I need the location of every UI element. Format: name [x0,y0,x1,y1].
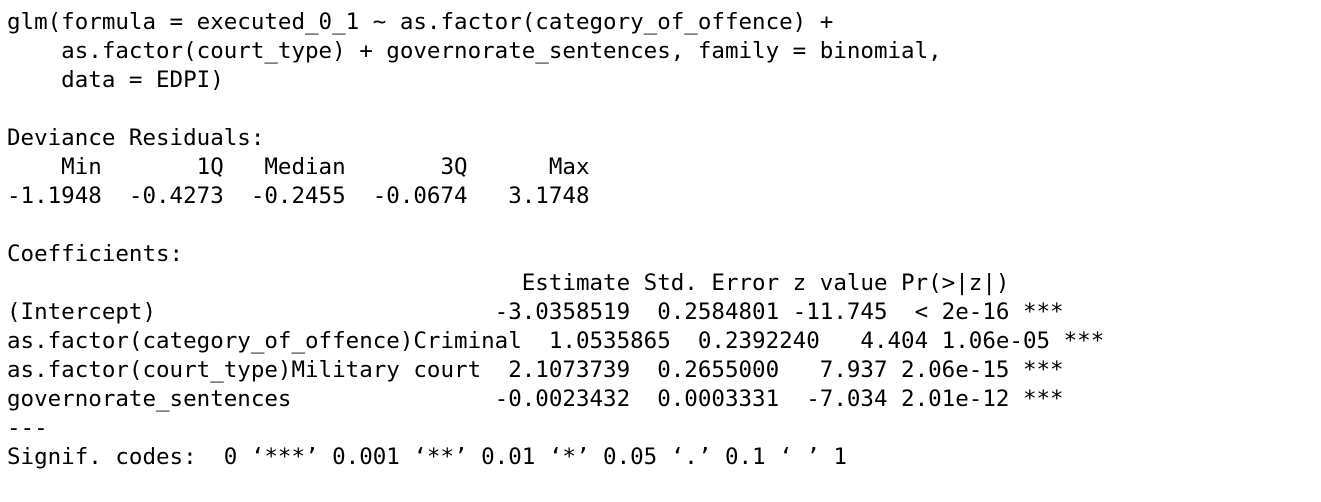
coefficients-heading: Coefficients: [7,241,184,267]
coefficients-header-row: Estimate Std. Error z value Pr(>|z|) [7,270,1064,296]
coefficient-row-category-of-offence: as.factor(category_of_offence)Criminal 1… [7,328,1105,354]
separator-line: --- [7,415,48,441]
deviance-residuals-value-row: -1.1948 -0.4273 -0.2455 -0.0674 3.1748 [7,183,617,209]
signif-codes-line: Signif. codes: 0 ‘***’ 0.001 ‘**’ 0.01 ‘… [7,444,847,470]
deviance-residuals-heading: Deviance Residuals: [7,125,265,151]
call-line-2: as.factor(court_type) + governorate_sent… [7,38,942,64]
coefficient-row-court-type: as.factor(court_type)Military court 2.10… [7,357,1064,383]
console-output: glm(formula = executed_0_1 ~ as.factor(c… [7,8,1104,472]
call-line-3: data = EDPI) [7,67,224,93]
deviance-residuals-header-row: Min 1Q Median 3Q Max [7,154,617,180]
coefficient-row-governorate-sentences: governorate_sentences -0.0023432 0.00033… [7,386,1064,412]
coefficient-row-intercept: (Intercept) -3.0358519 0.2584801 -11.745… [7,299,1064,325]
call-line-1: glm(formula = executed_0_1 ~ as.factor(c… [7,9,834,35]
